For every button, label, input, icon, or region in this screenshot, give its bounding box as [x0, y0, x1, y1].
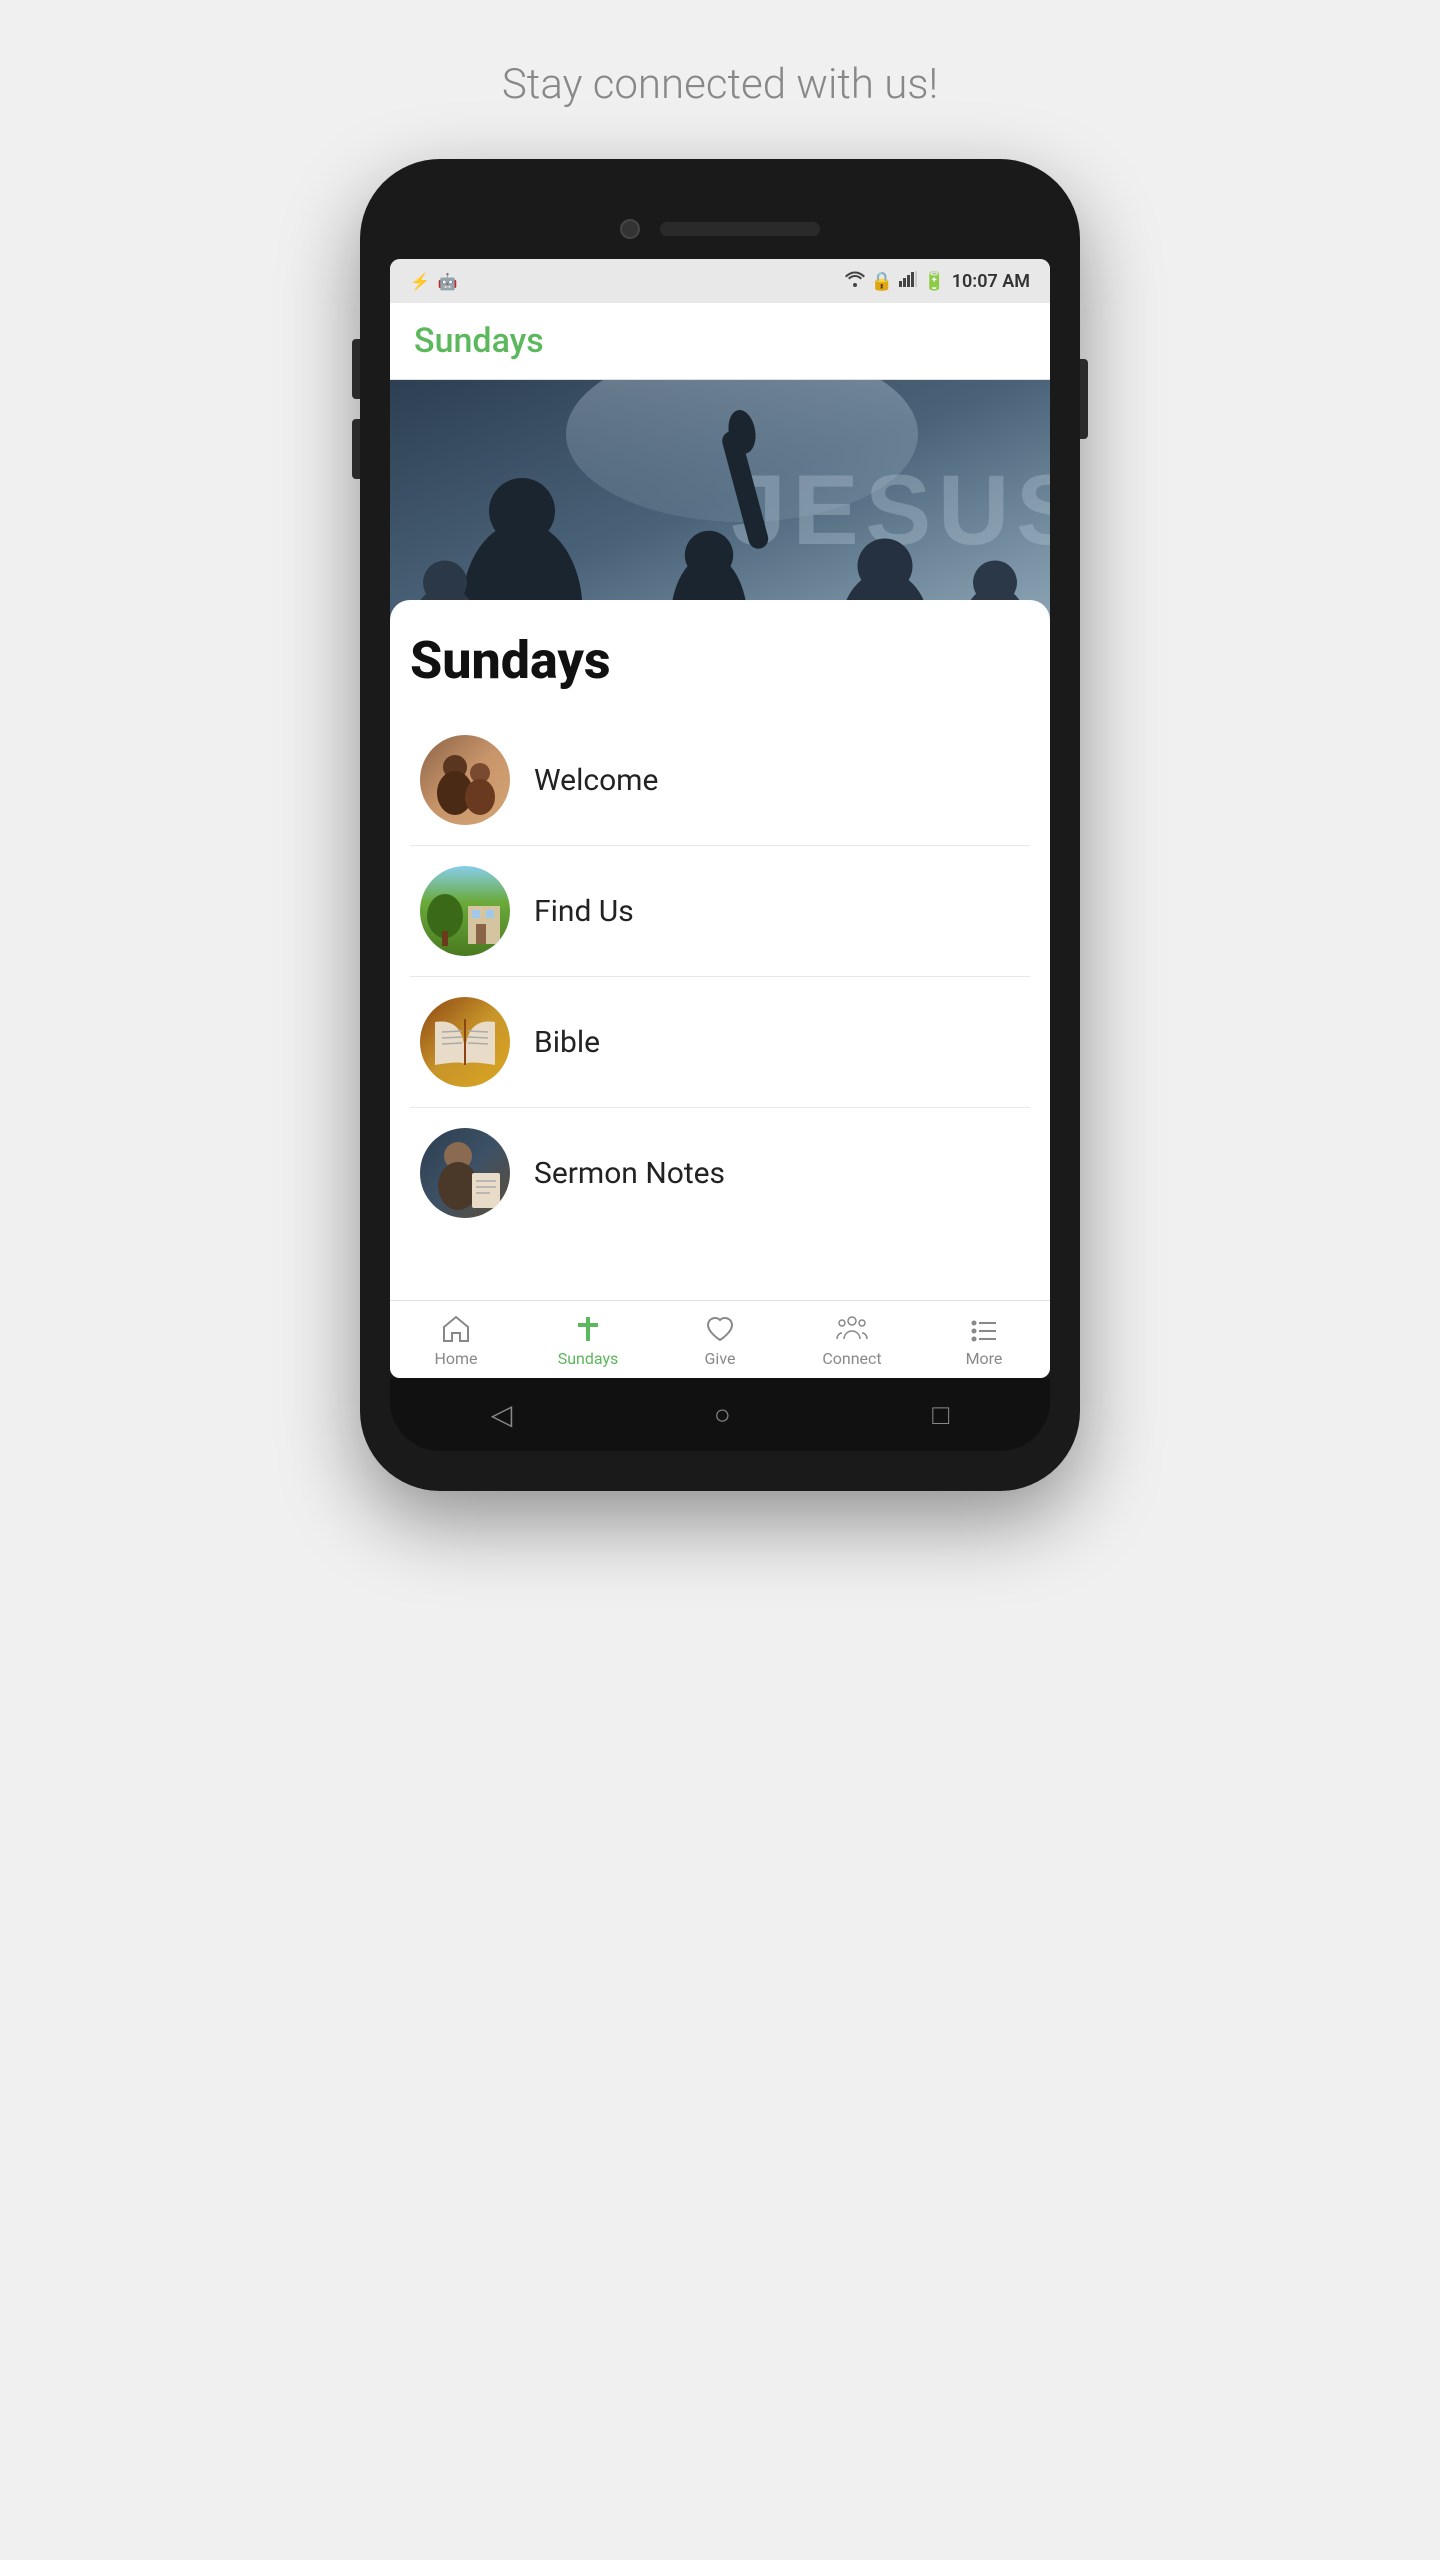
list-item[interactable]: Find Us	[410, 846, 1030, 977]
status-bar-right: 🔒 🔋 10:07 AM	[845, 271, 1030, 292]
list-item[interactable]: Welcome	[410, 715, 1030, 846]
status-time: 10:07 AM	[952, 271, 1030, 292]
android-icon: 🤖	[438, 272, 458, 291]
sermon-avatar	[420, 1128, 510, 1218]
front-camera	[620, 219, 640, 239]
phone-top	[390, 219, 1050, 239]
back-button[interactable]: ◁	[491, 1398, 513, 1431]
connect-icon	[836, 1313, 868, 1345]
nav-item-connect[interactable]: Connect	[807, 1313, 897, 1368]
usb-icon: ⚡	[410, 272, 430, 291]
list-item[interactable]: Bible	[410, 977, 1030, 1108]
nav-item-home[interactable]: Home	[411, 1313, 501, 1368]
recents-button[interactable]: □	[932, 1398, 949, 1431]
home-button[interactable]: ○	[714, 1398, 731, 1431]
nav-home-label: Home	[434, 1349, 477, 1368]
bottom-navigation: Home Sundays Give	[390, 1300, 1050, 1378]
findus-avatar	[420, 866, 510, 956]
earpiece-speaker	[660, 222, 820, 236]
more-icon	[968, 1313, 1000, 1345]
nav-give-label: Give	[705, 1349, 736, 1368]
findus-label: Find Us	[534, 894, 634, 929]
home-icon	[440, 1313, 472, 1345]
nav-sundays-label: Sundays	[558, 1349, 619, 1368]
welcome-label: Welcome	[534, 763, 658, 798]
phone-shell: ⚡ 🤖 🔒	[360, 159, 1080, 1491]
status-bar-left: ⚡ 🤖	[410, 272, 458, 291]
list-item[interactable]: Sermon Notes	[410, 1108, 1030, 1238]
hero-image: JESUS	[390, 380, 1050, 620]
hero-svg: JESUS	[390, 380, 1050, 620]
nav-connect-label: Connect	[822, 1349, 881, 1368]
battery-icon: 🔋	[923, 271, 945, 292]
app-header-title: Sundays	[414, 321, 544, 361]
content-area: Sundays	[390, 600, 1050, 1300]
bible-label: Bible	[534, 1025, 600, 1060]
wifi-icon	[845, 271, 865, 292]
page-tagline: Stay connected with us!	[502, 60, 938, 109]
status-bar: ⚡ 🤖 🔒	[390, 259, 1050, 303]
power-button	[1080, 359, 1088, 439]
gesture-bar: ◁ ○ □	[390, 1378, 1050, 1451]
sundays-icon	[572, 1313, 604, 1345]
nav-item-more[interactable]: More	[939, 1313, 1029, 1368]
sermon-notes-label: Sermon Notes	[534, 1156, 725, 1191]
lock-icon: 🔒	[871, 271, 893, 292]
bible-avatar	[420, 997, 510, 1087]
nav-item-give[interactable]: Give	[675, 1313, 765, 1368]
app-header: Sundays	[390, 303, 1050, 380]
phone-screen: ⚡ 🤖 🔒	[390, 259, 1050, 1378]
content-title: Sundays	[410, 630, 1030, 691]
volume-up-button	[352, 339, 360, 399]
give-icon	[704, 1313, 736, 1345]
volume-down-button	[352, 419, 360, 479]
nav-item-sundays[interactable]: Sundays	[543, 1313, 633, 1368]
nav-more-label: More	[966, 1349, 1003, 1368]
welcome-avatar	[420, 735, 510, 825]
signal-icon	[899, 271, 917, 292]
